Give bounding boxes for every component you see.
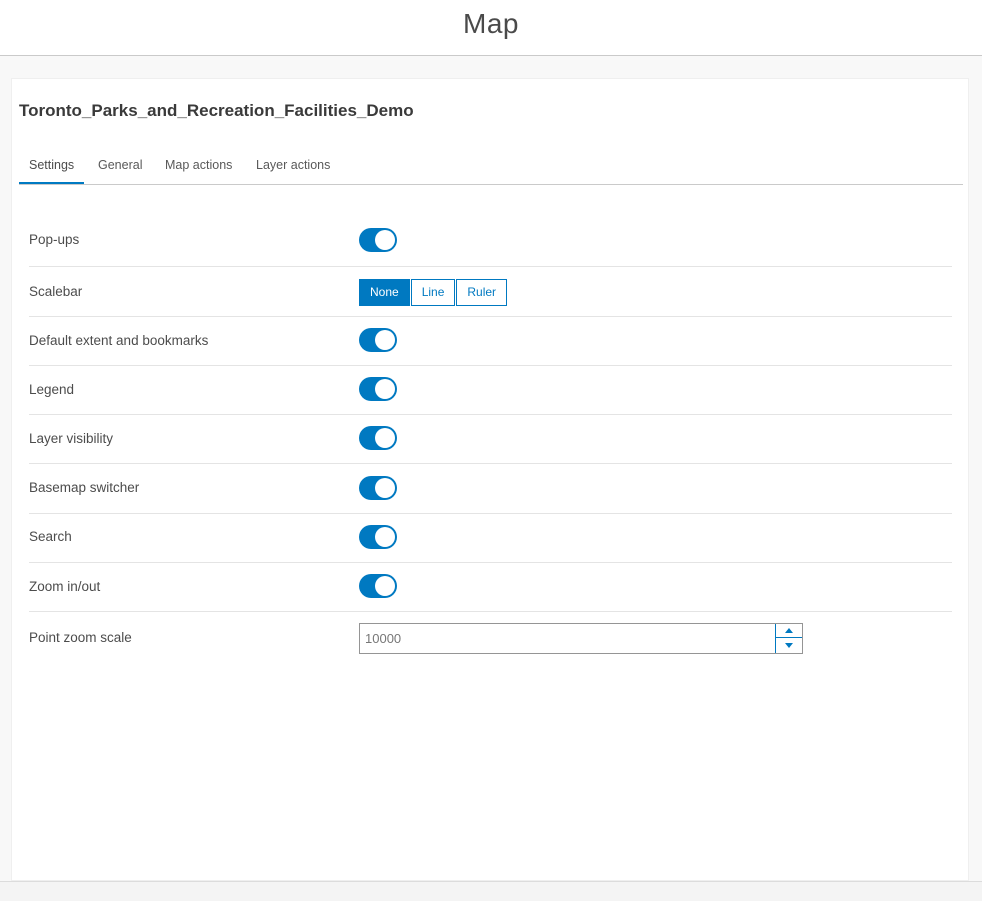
legend-label: Legend: [29, 382, 75, 397]
scalebar-segmented-control: None Line Ruler: [359, 279, 508, 306]
setting-row-legend: Legend: [29, 366, 952, 415]
chevron-down-icon: [785, 643, 793, 648]
default-extent-toggle[interactable]: [359, 328, 397, 352]
point-zoom-scale-input[interactable]: 10000: [359, 623, 803, 654]
toggle-knob: [375, 379, 395, 399]
stepper-decrement-button[interactable]: [776, 639, 802, 653]
popups-label: Pop-ups: [29, 232, 80, 247]
tab-map-actions[interactable]: Map actions: [165, 147, 232, 184]
tab-settings[interactable]: Settings: [19, 147, 85, 184]
setting-row-search: Search: [29, 514, 952, 563]
setting-row-zoom: Zoom in/out: [29, 563, 952, 612]
layer-visibility-toggle[interactable]: [359, 426, 397, 450]
stepper-increment-button[interactable]: [776, 624, 802, 638]
setting-row-point-zoom-scale: Point zoom scale 10000: [29, 612, 952, 662]
settings-panel: Toronto_Parks_and_Recreation_Facilities_…: [11, 78, 969, 881]
number-stepper: [775, 624, 802, 653]
setting-row-popups: Pop-ups: [29, 215, 952, 267]
toggle-knob: [375, 330, 395, 350]
search-toggle[interactable]: [359, 525, 397, 549]
tab-layer-actions[interactable]: Layer actions: [256, 147, 330, 184]
chevron-up-icon: [785, 628, 793, 633]
toggle-knob: [375, 576, 395, 596]
toggle-knob: [375, 527, 395, 547]
point-zoom-scale-value: 10000: [365, 631, 402, 646]
layer-visibility-label: Layer visibility: [29, 431, 114, 446]
bottom-bar: [0, 881, 982, 901]
zoom-label: Zoom in/out: [29, 579, 101, 594]
popups-toggle[interactable]: [359, 228, 397, 252]
scalebar-none-button[interactable]: None: [359, 279, 410, 306]
setting-row-layer-visibility: Layer visibility: [29, 415, 952, 464]
point-zoom-scale-label: Point zoom scale: [29, 630, 132, 645]
tab-general[interactable]: General: [98, 147, 142, 184]
toggle-knob: [375, 478, 395, 498]
page-title: Map: [463, 8, 519, 39]
default-extent-label: Default extent and bookmarks: [29, 333, 209, 348]
map-name-title: Toronto_Parks_and_Recreation_Facilities_…: [19, 101, 414, 120]
legend-toggle[interactable]: [359, 377, 397, 401]
setting-row-scalebar: Scalebar None Line Ruler: [29, 267, 952, 317]
scalebar-line-button[interactable]: Line: [410, 279, 456, 306]
basemap-switcher-label: Basemap switcher: [29, 480, 140, 495]
search-label: Search: [29, 529, 72, 544]
setting-row-basemap-switcher: Basemap switcher: [29, 464, 952, 514]
toggle-knob: [375, 428, 395, 448]
settings-list: Pop-ups Scalebar None Line Ruler Default…: [29, 215, 952, 662]
basemap-switcher-toggle[interactable]: [359, 476, 397, 500]
app-header: Map: [0, 0, 982, 56]
scalebar-label: Scalebar: [29, 284, 83, 299]
toggle-knob: [375, 230, 395, 250]
tab-bar: Settings General Map actions Layer actio…: [19, 147, 963, 185]
zoom-toggle[interactable]: [359, 574, 397, 598]
scalebar-ruler-button[interactable]: Ruler: [456, 279, 508, 306]
setting-row-default-extent: Default extent and bookmarks: [29, 317, 952, 366]
